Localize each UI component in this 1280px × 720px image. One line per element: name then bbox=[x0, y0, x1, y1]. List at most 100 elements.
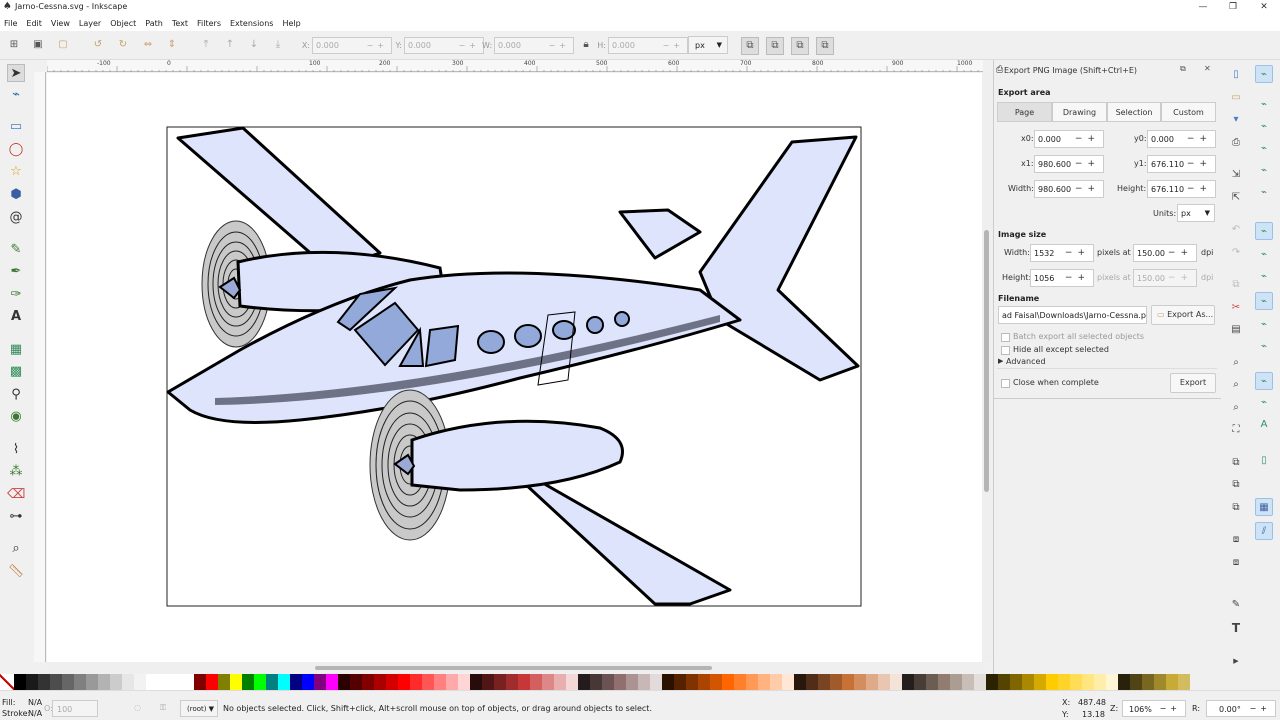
color-swatch[interactable] bbox=[98, 674, 110, 690]
fill-value[interactable]: N/A bbox=[28, 698, 42, 707]
zoom-stepper[interactable]: −+ bbox=[1160, 704, 1181, 713]
x1-input[interactable]: 980.600 −+ bbox=[1034, 155, 1104, 173]
color-swatch[interactable] bbox=[86, 674, 98, 690]
color-swatch[interactable] bbox=[830, 674, 842, 690]
close-when-complete-checkbox[interactable] bbox=[1001, 379, 1010, 388]
menu-file[interactable]: File bbox=[4, 19, 17, 28]
color-swatch[interactable] bbox=[926, 674, 938, 690]
spiral-icon[interactable]: @ bbox=[7, 209, 25, 227]
color-swatch[interactable] bbox=[434, 674, 446, 690]
connector-icon[interactable]: ⊶ bbox=[7, 508, 25, 526]
color-swatch[interactable] bbox=[494, 674, 506, 690]
color-swatch[interactable] bbox=[398, 674, 410, 690]
clone-icon[interactable]: ⧉ bbox=[1229, 478, 1243, 492]
redo-icon[interactable]: ↷ bbox=[1229, 246, 1243, 260]
3dbox-icon[interactable]: ⬢ bbox=[7, 186, 25, 204]
color-swatch[interactable] bbox=[134, 674, 146, 690]
color-swatch[interactable] bbox=[794, 674, 806, 690]
color-swatch[interactable] bbox=[218, 674, 230, 690]
scale-corners-icon[interactable]: ⧉ bbox=[766, 37, 784, 55]
deselect-icon[interactable]: ▢ bbox=[55, 37, 71, 53]
tab-custom[interactable]: Custom bbox=[1161, 102, 1216, 122]
color-swatch[interactable] bbox=[1166, 674, 1178, 690]
color-swatch[interactable] bbox=[854, 674, 866, 690]
color-swatch[interactable] bbox=[602, 674, 614, 690]
snap-smooth-nodes-icon[interactable]: ⌁ bbox=[1255, 316, 1273, 334]
tweak-icon[interactable]: ⌇ bbox=[7, 441, 25, 459]
snap-nodes-icon[interactable]: ⌁ bbox=[1255, 222, 1273, 240]
color-swatch[interactable] bbox=[902, 674, 914, 690]
snap-rotation-center-icon[interactable]: ⌁ bbox=[1255, 394, 1273, 412]
raise-to-top-icon[interactable]: ⤒ bbox=[198, 37, 214, 53]
color-swatch[interactable] bbox=[470, 674, 482, 690]
color-swatch[interactable] bbox=[866, 674, 878, 690]
color-swatch[interactable] bbox=[938, 674, 950, 690]
import-icon[interactable]: ⇲ bbox=[1229, 168, 1243, 182]
maximize-button[interactable]: ❐ bbox=[1219, 0, 1247, 15]
pen-icon[interactable]: ✒ bbox=[7, 263, 25, 281]
y0-input[interactable]: 0.000 −+ bbox=[1147, 130, 1216, 148]
color-swatch[interactable] bbox=[758, 674, 770, 690]
color-swatch[interactable] bbox=[1178, 674, 1190, 690]
vertical-scroll-thumb[interactable] bbox=[984, 230, 989, 492]
width-input[interactable]: 980.600 −+ bbox=[1034, 180, 1104, 198]
transform-patterns-icon[interactable]: ⧉ bbox=[816, 37, 834, 55]
export-as-button[interactable]: ▭ Export As... bbox=[1151, 305, 1215, 325]
color-swatch[interactable] bbox=[518, 674, 530, 690]
color-swatch[interactable] bbox=[782, 674, 794, 690]
open-icon[interactable]: ▭ bbox=[1229, 91, 1243, 105]
canvas[interactable] bbox=[47, 73, 982, 662]
color-swatch[interactable] bbox=[182, 674, 194, 690]
menu-edit[interactable]: Edit bbox=[26, 19, 42, 28]
snap-intersections-icon[interactable]: ⌁ bbox=[1255, 268, 1273, 286]
pencil-icon[interactable]: ✎ bbox=[7, 241, 25, 259]
dropper-icon[interactable]: ⚲ bbox=[7, 386, 25, 404]
text-icon[interactable]: A bbox=[7, 308, 25, 326]
menu-layer[interactable]: Layer bbox=[79, 19, 101, 28]
selector-icon[interactable]: ➤ bbox=[7, 64, 25, 82]
color-swatch[interactable] bbox=[734, 674, 746, 690]
menu-path[interactable]: Path bbox=[145, 19, 163, 28]
more-commands-icon[interactable]: ▶ bbox=[1229, 654, 1243, 668]
save-icon[interactable]: ▾ bbox=[1229, 113, 1243, 127]
star-icon[interactable]: ☆ bbox=[7, 163, 25, 181]
paint-bucket-icon[interactable]: ◉ bbox=[7, 408, 25, 426]
img-height-input[interactable]: 1056 −+ bbox=[1030, 269, 1094, 287]
color-swatch[interactable] bbox=[890, 674, 902, 690]
rotate-input[interactable]: 0.00° −+ bbox=[1206, 700, 1276, 717]
circle-icon[interactable]: ◯ bbox=[7, 141, 25, 159]
color-swatch[interactable] bbox=[1154, 674, 1166, 690]
units-dropdown[interactable]: px ▼ bbox=[688, 36, 728, 54]
height-input[interactable]: 676.110 −+ bbox=[1147, 180, 1216, 198]
raise-icon[interactable]: ↑ bbox=[222, 37, 238, 53]
group-icon[interactable]: ⧈ bbox=[1229, 533, 1243, 547]
batch-export-checkbox[interactable] bbox=[1001, 333, 1010, 342]
color-swatch[interactable] bbox=[1118, 674, 1130, 690]
color-swatch[interactable] bbox=[482, 674, 494, 690]
ungroup-icon[interactable]: ⧈ bbox=[1229, 556, 1243, 570]
minimize-button[interactable]: — bbox=[1189, 0, 1217, 15]
advanced-expander[interactable]: Advanced bbox=[1006, 357, 1046, 366]
color-swatch[interactable] bbox=[410, 674, 422, 690]
color-swatch[interactable] bbox=[578, 674, 590, 690]
color-swatch[interactable] bbox=[746, 674, 758, 690]
hide-except-checkbox[interactable] bbox=[1001, 346, 1010, 355]
tab-page[interactable]: Page bbox=[997, 102, 1052, 122]
color-swatch[interactable] bbox=[1142, 674, 1154, 690]
scale-stroke-icon[interactable]: ⧉ bbox=[741, 37, 759, 55]
color-swatch[interactable] bbox=[50, 674, 62, 690]
menu-filters[interactable]: Filters bbox=[197, 19, 221, 28]
color-swatch[interactable] bbox=[650, 674, 662, 690]
color-swatch[interactable] bbox=[674, 674, 686, 690]
duplicate-icon[interactable]: ⧉ bbox=[1229, 456, 1243, 470]
snap-guides-icon[interactable]: ⫽ bbox=[1255, 522, 1273, 540]
color-swatch[interactable] bbox=[1106, 674, 1118, 690]
export-units-dropdown[interactable]: px ▼ bbox=[1177, 204, 1215, 222]
color-swatch[interactable] bbox=[998, 674, 1010, 690]
snap-grid-icon[interactable]: ▦ bbox=[1255, 498, 1273, 516]
color-swatch[interactable] bbox=[1022, 674, 1034, 690]
x0-input[interactable]: 0.000 −+ bbox=[1034, 130, 1104, 148]
no-paint-swatch[interactable] bbox=[0, 674, 14, 690]
export-button[interactable]: Export bbox=[1170, 373, 1216, 393]
dpi-input[interactable]: 150.00 −+ bbox=[1133, 244, 1197, 262]
